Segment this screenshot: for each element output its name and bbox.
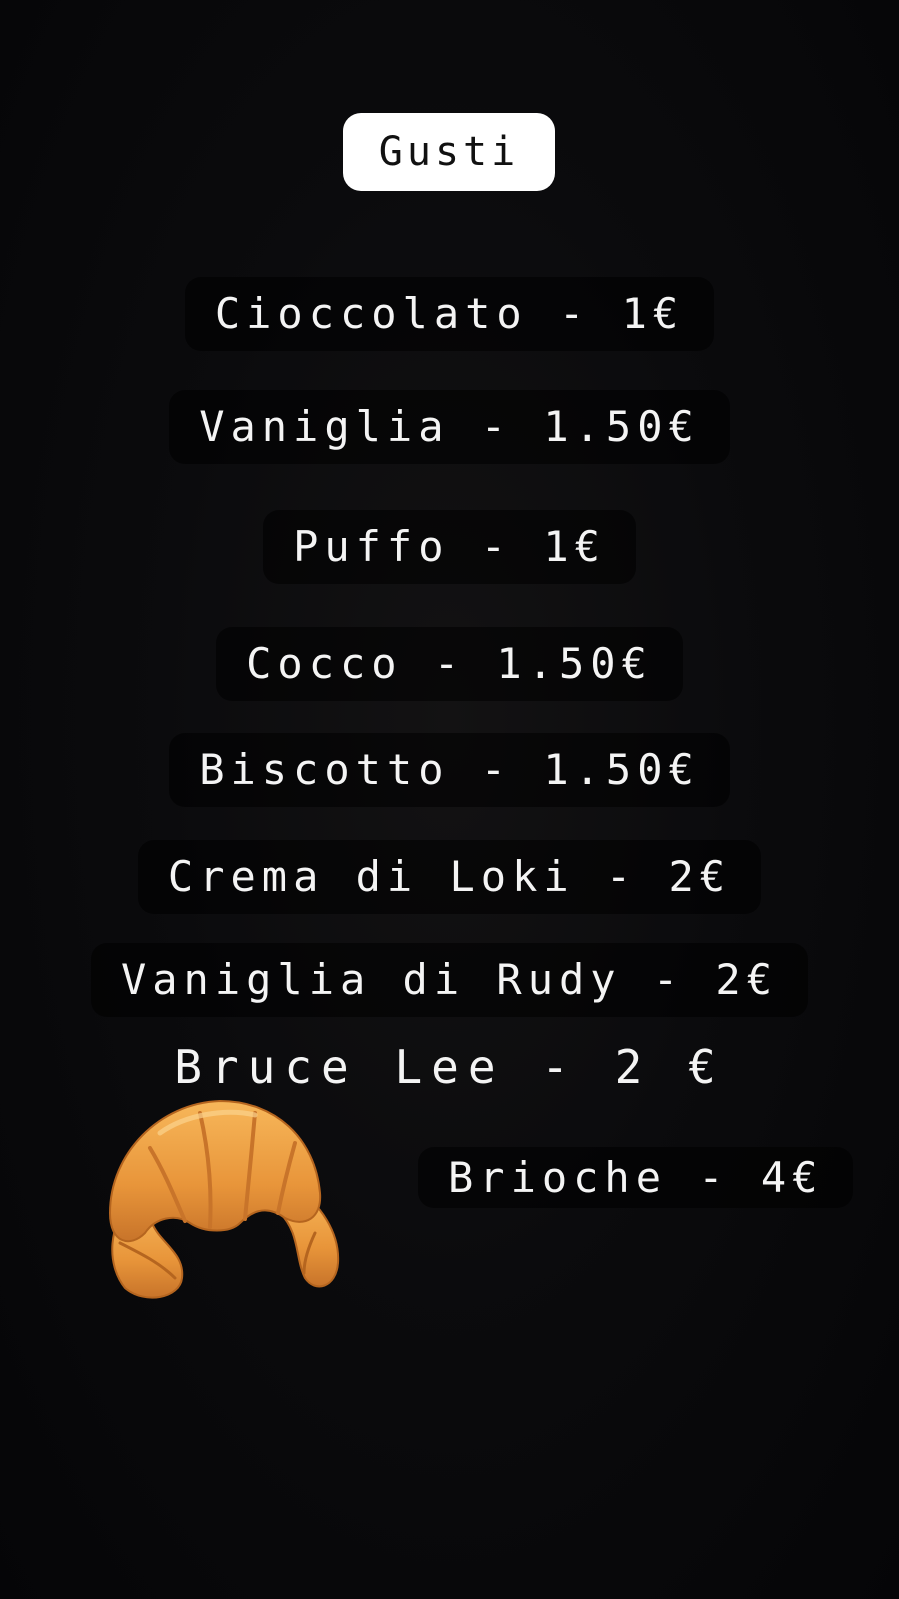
menu-item-crema-di-loki: Crema di Loki - 2€ — [137, 840, 762, 914]
menu-item: Brioche - 4€ — [418, 1147, 854, 1209]
menu-item-brioche: Brioche - 4€ — [418, 1147, 854, 1208]
menu-item: Crema di Loki - 2€ — [0, 840, 899, 914]
menu-item: Vaniglia di Rudy - 2€ — [0, 943, 899, 1017]
menu-item: Cocco - 1.50€ — [0, 627, 899, 701]
menu-item-vaniglia-di-rudy: Vaniglia di Rudy - 2€ — [90, 943, 808, 1017]
menu-item-cioccolato: Cioccolato - 1€ — [184, 277, 715, 351]
croissant-icon — [108, 1099, 340, 1299]
menu-item-vaniglia: Vaniglia - 1.50€ — [169, 390, 730, 464]
menu-item-biscotto: Biscotto - 1.50€ — [169, 733, 730, 807]
menu-item-cocco: Cocco - 1.50€ — [216, 627, 683, 701]
menu-item: Puffo - 1€ — [0, 510, 899, 584]
menu-item: Biscotto - 1.50€ — [0, 733, 899, 807]
menu-item: Cioccolato - 1€ — [0, 277, 899, 351]
menu-title-text: Gusti — [378, 129, 520, 175]
menu-item: Vaniglia - 1.50€ — [0, 390, 899, 464]
menu-story: Gusti Cioccolato - 1€ Vaniglia - 1.50€ P… — [0, 0, 899, 1599]
menu-title: Gusti — [343, 113, 555, 191]
menu-item-puffo: Puffo - 1€ — [263, 510, 636, 584]
